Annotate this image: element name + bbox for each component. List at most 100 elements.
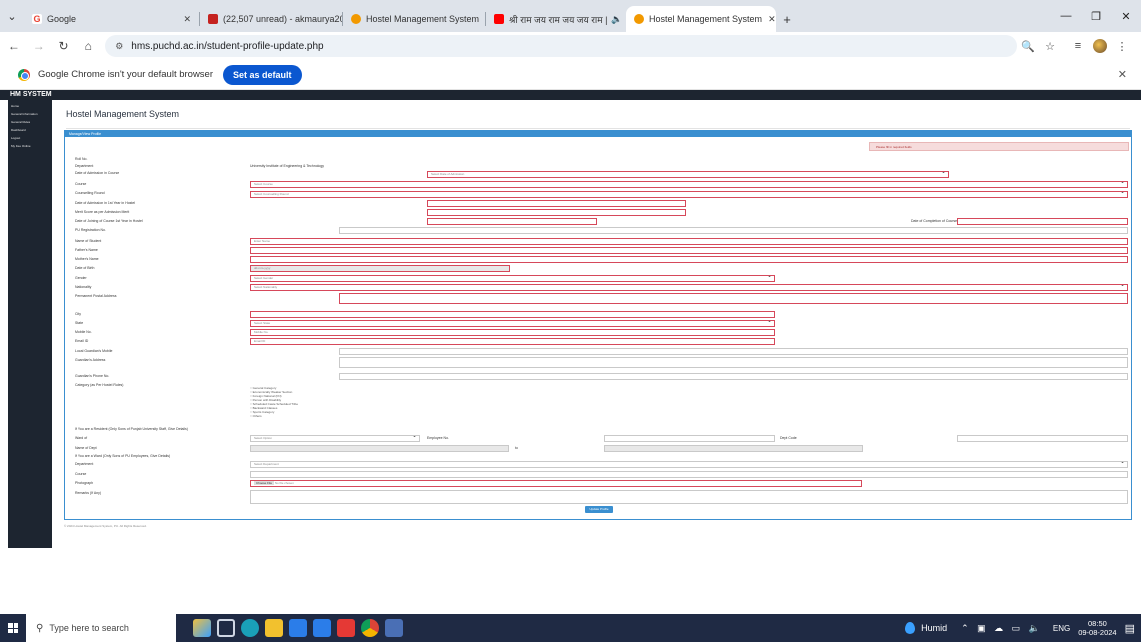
label-permanent-address: Permanent Postal Address [75,294,117,298]
tab-google[interactable]: G Google ✕ [24,6,199,32]
label-date-completion: Date of Completion of Course [911,219,958,223]
close-icon[interactable]: ✕ [177,14,191,25]
dob-input[interactable]: dd-mm-yyyy [250,265,510,272]
clock[interactable]: 08:50 09-08-2024 [1078,619,1116,637]
back-icon[interactable]: ← [3,35,25,57]
label-separator: to [515,446,518,450]
file-explorer-icon[interactable] [265,619,283,637]
store-icon[interactable] [289,619,307,637]
dept-field-input[interactable] [250,445,509,452]
photograph-file-input[interactable]: Choose File No file chosen [250,480,862,487]
category-option[interactable]: ○ Others [250,414,262,418]
profile-avatar[interactable] [1089,39,1111,53]
tab-gmail[interactable]: (22,507 unread) - akmaurya20 ✕ [200,6,342,32]
mail-icon[interactable] [313,619,331,637]
name-input[interactable]: Enter Name [250,238,1128,245]
speaker-icon[interactable]: 🔈 [611,14,622,25]
course-select[interactable]: Select Course ⌄ [250,181,1128,188]
chrome-taskbar-icon[interactable] [361,619,379,637]
state-select[interactable]: Select State ⌄ [250,320,775,327]
tab-youtube[interactable]: श्री राम जय राम जय जय राम | 🔈 ✕ [486,6,626,32]
sidebar-item-general-rules[interactable]: General Rules [8,118,52,126]
system-tray: Humid ⌃ ▣ ☁ ▭ 🔈 ENG 08:50 09-08-2024 ▤ [905,619,1141,637]
minimize-icon[interactable]: — [1051,0,1081,32]
edge-icon[interactable] [241,619,259,637]
panel-title: Manage/View Profile [65,131,1131,137]
chevron-down-icon: ⌄ [1119,191,1125,195]
label-counselling-round: Counselling Round [75,191,105,195]
bookmark-star-icon[interactable]: ☆ [1039,40,1061,53]
new-tab-button[interactable]: + [776,6,798,32]
dept-code-input[interactable] [957,435,1128,442]
close-window-icon[interactable]: ✕ [1111,0,1141,32]
gender-select[interactable]: Select Gender ⌄ [250,275,775,282]
home-icon[interactable]: ⌂ [77,35,99,57]
email-input[interactable]: Email ID [250,338,775,345]
guardian-phone-input[interactable] [339,373,1128,380]
select-placeholder: Select Gender [254,276,274,280]
date-admission-1st-input[interactable] [427,200,686,207]
ward-of-select[interactable]: Select Option ⌄ [250,435,420,442]
remarks-textarea[interactable] [250,490,1128,504]
tab-search-chevron-icon[interactable]: ⌄ [0,0,24,32]
counselling-round-select[interactable]: Select Counselling Round ⌄ [250,191,1128,198]
date-completion-input[interactable] [957,218,1128,225]
permanent-address-textarea[interactable] [339,293,1128,304]
notification-icon[interactable]: ▤ [1125,622,1135,635]
sidebar-item-dashboard[interactable]: Dashboard [8,126,52,134]
input-placeholder: Mobile No. [254,330,269,334]
task-view-icon[interactable] [217,619,235,637]
date-of-join-input[interactable] [427,218,597,225]
pu-registration-input[interactable] [339,227,1128,234]
guardian-address-textarea[interactable] [339,357,1128,368]
address-bar[interactable]: ⚙ hms.puchd.ac.in/student-profile-update… [105,35,1017,57]
label-email: Email ID [75,339,89,343]
tray-icons[interactable]: ⌃ ▣ ☁ ▭ 🔈 [961,623,1043,634]
start-button[interactable] [0,614,26,642]
select-placeholder: Select State [254,321,271,325]
city-input[interactable] [250,311,775,318]
merit-score-input[interactable] [427,209,686,216]
label-mother-name: Mother's Name [75,257,99,261]
course-2-input[interactable] [250,471,1128,478]
taskbar-search[interactable]: ⚲ Type here to search [26,614,176,642]
youtube-app-icon[interactable] [337,619,355,637]
sidebar-item-home[interactable]: Home [8,102,52,110]
mobile-input[interactable]: Mobile No. [250,329,775,336]
window-controls: — ❐ ✕ [1051,0,1141,32]
close-banner-icon[interactable]: ✕ [1118,68,1127,81]
dept-field-input-2[interactable] [604,445,863,452]
mother-name-input[interactable] [250,256,1128,263]
tab-hostel-active[interactable]: Hostel Management System ✕ [626,6,776,32]
reload-icon[interactable]: ↻ [53,35,75,57]
date-admission-select[interactable]: Select Date of Admission ⌄ [427,171,949,178]
local-guardian-mobile-input[interactable] [339,348,1128,355]
forward-icon[interactable]: → [28,35,50,57]
label-guardian-address: Guardian's Address [75,358,106,362]
emp-no-input[interactable] [604,435,775,442]
ward-dept-select[interactable]: Select Department ⌄ [250,461,1128,468]
restore-icon[interactable]: ❐ [1081,0,1111,32]
close-icon[interactable]: ✕ [762,14,776,25]
set-default-button[interactable]: Set as default [223,64,302,85]
photos-icon[interactable] [385,619,403,637]
widgets-icon[interactable] [193,619,211,637]
label-ward-dept: Department [75,462,94,466]
extensions-icon[interactable]: ≡ [1067,40,1089,52]
menu-dots-icon[interactable]: ⋮ [1111,40,1133,53]
nationality-select[interactable]: Select Nationality ⌄ [250,284,1128,291]
father-name-input[interactable] [250,247,1128,254]
tab-hostel-1[interactable]: Hostel Management System ✕ [343,6,485,32]
site-info-icon[interactable]: ⚙ [115,41,123,52]
label-dob: Date of Birth [75,266,95,270]
close-icon[interactable]: ✕ [479,14,485,25]
choose-file-button[interactable]: Choose File [254,481,275,485]
sidebar-item-general-information[interactable]: General Information [8,110,52,118]
label-local-guardian-mobile: Local Guardian's Mobile [75,349,113,353]
sidebar-item-fee[interactable]: My Fee Online [8,142,52,150]
sidebar-item-logout[interactable]: Logout [8,134,52,142]
weather-widget[interactable]: Humid [905,622,947,634]
zoom-icon[interactable]: 🔍 [1017,40,1039,53]
update-profile-button[interactable]: Update Profile [585,506,613,513]
language-indicator[interactable]: ENG [1053,624,1070,633]
